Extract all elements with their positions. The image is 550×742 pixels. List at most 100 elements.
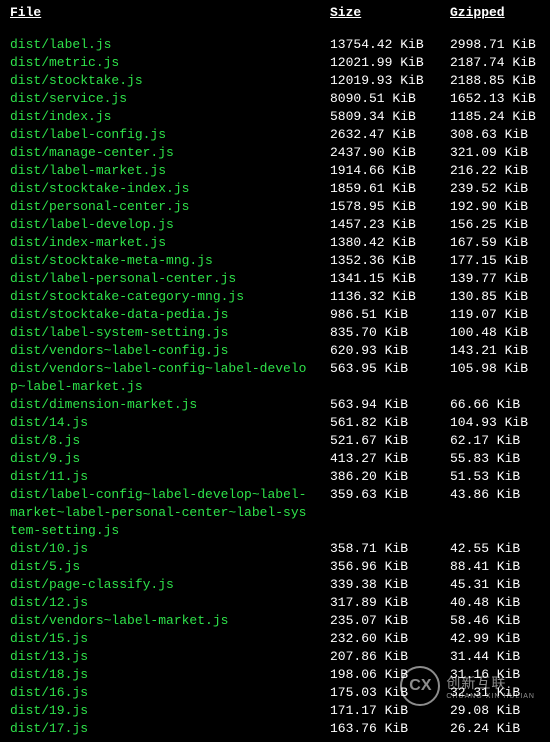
file-gzipped: 177.15 KiB — [450, 252, 550, 270]
file-gzipped: 1185.24 KiB — [450, 108, 550, 126]
table-row: dist/vendors~label-config.js620.93 KiB14… — [10, 342, 540, 360]
table-row: dist/service.js8090.51 KiB1652.13 KiB — [10, 90, 540, 108]
file-size: 1136.32 KiB — [330, 288, 450, 306]
file-gzipped: 43.86 KiB — [450, 486, 550, 504]
file-gzipped: 45.31 KiB — [450, 576, 550, 594]
file-gzipped: 2187.74 KiB — [450, 54, 550, 72]
file-name: dist/label-market.js — [10, 162, 330, 180]
table-row-wrapped: dist/label-config~label-develop~label- 3… — [10, 486, 540, 504]
file-name: dist/10.js — [10, 540, 330, 558]
file-size: 232.60 KiB — [330, 630, 450, 648]
file-size: 163.76 KiB — [330, 720, 450, 738]
file-name: dist/label-config~label-develop~label- — [10, 486, 330, 504]
file-name: dist/vendors~label-market.js — [10, 612, 330, 630]
file-gzipped: 167.59 KiB — [450, 234, 550, 252]
file-gzipped: 42.99 KiB — [450, 630, 550, 648]
file-name: dist/vendors~label-config.js — [10, 342, 330, 360]
table-row: dist/index-market.js1380.42 KiB167.59 Ki… — [10, 234, 540, 252]
table-row: dist/label-config.js2632.47 KiB308.63 Ki… — [10, 126, 540, 144]
file-name: dist/page-classify.js — [10, 576, 330, 594]
file-list-section-3: dist/10.js358.71 KiB42.55 KiBdist/5.js35… — [10, 540, 540, 738]
header-gzipped: Gzipped — [450, 4, 550, 22]
file-name: dist/stocktake.js — [10, 72, 330, 90]
file-size: 563.94 KiB — [330, 396, 450, 414]
terminal-output: File Size Gzipped dist/label.js13754.42 … — [0, 0, 550, 742]
file-gzipped: 66.66 KiB — [450, 396, 550, 414]
file-size: 620.93 KiB — [330, 342, 450, 360]
file-gzipped: 192.90 KiB — [450, 198, 550, 216]
file-list-section-2: dist/dimension-market.js563.94 KiB66.66 … — [10, 396, 540, 486]
file-name-continuation: tem-setting.js — [10, 522, 540, 540]
table-row: dist/personal-center.js1578.95 KiB192.90… — [10, 198, 540, 216]
table-row: dist/14.js561.82 KiB104.93 KiB — [10, 414, 540, 432]
file-size: 5809.34 KiB — [330, 108, 450, 126]
file-name: dist/label.js — [10, 36, 330, 54]
file-name: dist/personal-center.js — [10, 198, 330, 216]
file-gzipped: 55.83 KiB — [450, 450, 550, 468]
file-gzipped: 119.07 KiB — [450, 306, 550, 324]
watermark-subtext: CHUANG XIN HULIAN — [446, 693, 535, 700]
file-size: 1341.15 KiB — [330, 270, 450, 288]
file-gzipped: 321.09 KiB — [450, 144, 550, 162]
file-gzipped: 143.21 KiB — [450, 342, 550, 360]
file-name: dist/stocktake-data-pedia.js — [10, 306, 330, 324]
table-row: dist/12.js317.89 KiB40.48 KiB — [10, 594, 540, 612]
file-gzipped: 31.44 KiB — [450, 648, 550, 666]
file-size: 235.07 KiB — [330, 612, 450, 630]
table-row: dist/5.js356.96 KiB88.41 KiB — [10, 558, 540, 576]
file-size: 358.71 KiB — [330, 540, 450, 558]
watermark: CX 创新互联 CHUANG XIN HULIAN — [400, 666, 535, 706]
file-size: 339.38 KiB — [330, 576, 450, 594]
file-name: dist/index-market.js — [10, 234, 330, 252]
table-header: File Size Gzipped — [10, 4, 540, 22]
table-row: dist/label-personal-center.js1341.15 KiB… — [10, 270, 540, 288]
file-name: dist/18.js — [10, 666, 330, 684]
file-name: dist/9.js — [10, 450, 330, 468]
table-row: dist/stocktake-index.js1859.61 KiB239.52… — [10, 180, 540, 198]
file-gzipped: 104.93 KiB — [450, 414, 550, 432]
table-row: dist/metric.js12021.99 KiB2187.74 KiB — [10, 54, 540, 72]
table-row: dist/11.js386.20 KiB51.53 KiB — [10, 468, 540, 486]
watermark-text: 创新互联 — [446, 673, 535, 693]
table-row: dist/page-classify.js339.38 KiB45.31 KiB — [10, 576, 540, 594]
file-size: 986.51 KiB — [330, 306, 450, 324]
header-size: Size — [330, 4, 450, 22]
table-row: dist/10.js358.71 KiB42.55 KiB — [10, 540, 540, 558]
file-size: 413.27 KiB — [330, 450, 450, 468]
file-size: 1457.23 KiB — [330, 216, 450, 234]
file-gzipped: 42.55 KiB — [450, 540, 550, 558]
file-gzipped: 216.22 KiB — [450, 162, 550, 180]
file-gzipped: 2188.85 KiB — [450, 72, 550, 90]
file-size: 2437.90 KiB — [330, 144, 450, 162]
file-name: dist/16.js — [10, 684, 330, 702]
file-gzipped: 130.85 KiB — [450, 288, 550, 306]
file-size: 386.20 KiB — [330, 468, 450, 486]
table-row: dist/index.js5809.34 KiB1185.24 KiB — [10, 108, 540, 126]
table-row: dist/8.js521.67 KiB62.17 KiB — [10, 432, 540, 450]
file-gzipped: 2998.71 KiB — [450, 36, 550, 54]
file-size: 1578.95 KiB — [330, 198, 450, 216]
file-size: 563.95 KiB — [330, 360, 450, 378]
file-name: dist/12.js — [10, 594, 330, 612]
file-name: dist/5.js — [10, 558, 330, 576]
file-size: 521.67 KiB — [330, 432, 450, 450]
file-gzipped: 139.77 KiB — [450, 270, 550, 288]
file-name: dist/service.js — [10, 90, 330, 108]
file-size: 1859.61 KiB — [330, 180, 450, 198]
file-name: dist/label-config.js — [10, 126, 330, 144]
table-row: dist/stocktake-data-pedia.js986.51 KiB11… — [10, 306, 540, 324]
file-name: dist/index.js — [10, 108, 330, 126]
table-row: dist/9.js413.27 KiB55.83 KiB — [10, 450, 540, 468]
file-size: 12019.93 KiB — [330, 72, 450, 90]
table-row: dist/17.js163.76 KiB26.24 KiB — [10, 720, 540, 738]
file-size: 356.96 KiB — [330, 558, 450, 576]
file-name: dist/19.js — [10, 702, 330, 720]
file-gzipped: 156.25 KiB — [450, 216, 550, 234]
table-row: dist/stocktake.js12019.93 KiB2188.85 KiB — [10, 72, 540, 90]
table-row: dist/label-market.js1914.66 KiB216.22 Ki… — [10, 162, 540, 180]
file-gzipped: 58.46 KiB — [450, 612, 550, 630]
watermark-logo: CX — [400, 666, 440, 706]
file-size: 12021.99 KiB — [330, 54, 450, 72]
file-name: dist/13.js — [10, 648, 330, 666]
table-row: dist/label-system-setting.js835.70 KiB10… — [10, 324, 540, 342]
